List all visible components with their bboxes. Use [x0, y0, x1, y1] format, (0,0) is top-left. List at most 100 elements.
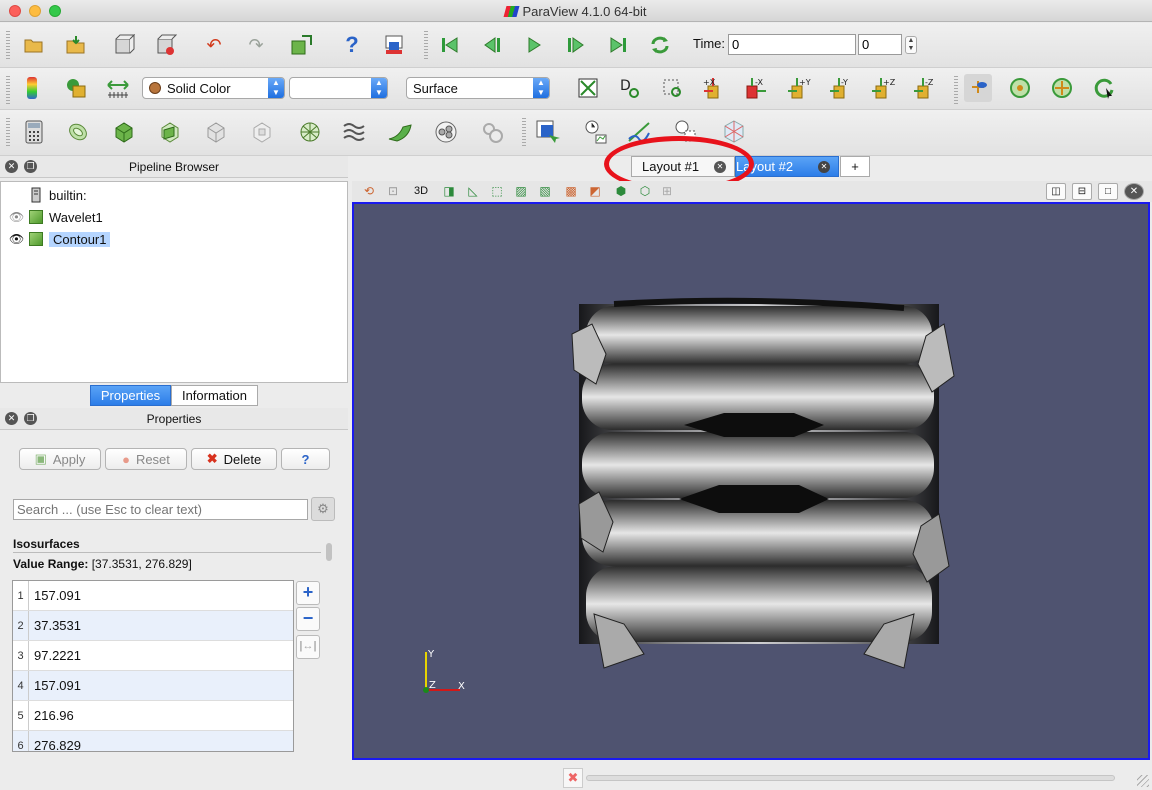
- previous-frame-button[interactable]: [478, 31, 506, 59]
- toolbar-grip[interactable]: [424, 31, 428, 59]
- float-panel-icon[interactable]: ❐: [24, 160, 37, 173]
- toolbar-grip[interactable]: [6, 76, 10, 104]
- add-value-button[interactable]: +: [296, 581, 320, 605]
- table-row[interactable]: 6 276.829: [13, 731, 293, 751]
- group-datasets-filter-icon[interactable]: [432, 118, 460, 146]
- close-tab-icon[interactable]: ✕: [818, 161, 830, 173]
- loop-icon[interactable]: [646, 31, 674, 59]
- contour-filter-icon[interactable]: [64, 118, 92, 146]
- reset-camera-button[interactable]: [574, 74, 602, 102]
- clip-filter-icon[interactable]: [110, 118, 138, 146]
- camera-minus-x-button[interactable]: -X: [742, 74, 770, 102]
- select-surface-points-icon[interactable]: ⬚: [488, 183, 506, 200]
- connect-server-button[interactable]: [288, 31, 316, 59]
- toolbar-grip[interactable]: [6, 31, 10, 59]
- color-map-editor-button[interactable]: [18, 74, 46, 102]
- visibility-eye-icon[interactable]: 👁: [9, 232, 24, 246]
- show-center-icon[interactable]: [964, 74, 992, 102]
- visibility-eye-icon[interactable]: 👁: [9, 210, 24, 224]
- select-surface-cells-icon[interactable]: ◺: [464, 183, 482, 200]
- threshold-filter-icon[interactable]: [202, 118, 230, 146]
- zoom-to-box-button[interactable]: [658, 74, 686, 102]
- close-panel-icon[interactable]: ✕: [5, 412, 18, 425]
- close-view-button[interactable]: ✕: [1124, 183, 1144, 200]
- capture-icon[interactable]: ⊡: [384, 183, 402, 200]
- reset-center-icon[interactable]: [1006, 74, 1034, 102]
- time-step-spinner[interactable]: ▲ ▼: [905, 36, 917, 54]
- calculator-filter-icon[interactable]: [20, 118, 48, 146]
- hover-points-icon[interactable]: ⬡: [636, 183, 654, 200]
- warp-by-vector-filter-icon[interactable]: [386, 118, 414, 146]
- camera-minus-z-button[interactable]: -Z: [910, 74, 938, 102]
- tab-properties[interactable]: Properties: [90, 385, 171, 406]
- abort-icon[interactable]: ✖: [563, 768, 583, 788]
- camera-plus-z-button[interactable]: +Z: [868, 74, 896, 102]
- scrollbar-thumb[interactable]: [326, 543, 332, 561]
- redo-icon[interactable]: ↷: [242, 31, 270, 59]
- tab-information[interactable]: Information: [171, 385, 258, 406]
- toolbar-grip[interactable]: [522, 118, 526, 146]
- add-layout-tab[interactable]: +: [840, 156, 870, 177]
- toolbar-grip[interactable]: [954, 76, 958, 104]
- maximize-view-button[interactable]: □: [1098, 183, 1118, 200]
- extract-subset-filter-icon[interactable]: [248, 118, 276, 146]
- camera-plus-x-button[interactable]: +X: [700, 74, 728, 102]
- view-3d-toggle[interactable]: 3D: [410, 183, 432, 200]
- reset-range-button[interactable]: [62, 74, 90, 102]
- help-icon[interactable]: ?: [338, 31, 366, 59]
- table-row[interactable]: 2 37.3531: [13, 611, 293, 641]
- representation-select[interactable]: Surface ▲ ▼: [406, 77, 550, 99]
- table-row[interactable]: 3 97.2221: [13, 641, 293, 671]
- stream-tracer-filter-icon[interactable]: [340, 118, 368, 146]
- pick-center-icon[interactable]: [1048, 74, 1076, 102]
- pipeline-item-wavelet1[interactable]: Wavelet1: [29, 207, 103, 227]
- time-input[interactable]: [728, 34, 856, 55]
- zoom-icon[interactable]: ◨: [440, 183, 458, 200]
- grow-selection-icon[interactable]: ⊞: [658, 183, 676, 200]
- camera-minus-y-button[interactable]: -Y: [826, 74, 854, 102]
- select-frustum-cells-icon[interactable]: ▨: [512, 183, 530, 200]
- table-row[interactable]: 5 216.96: [13, 701, 293, 731]
- render-view[interactable]: Y X Z: [352, 202, 1150, 760]
- apply-button[interactable]: ▣ Apply: [19, 448, 101, 470]
- close-panel-icon[interactable]: ✕: [5, 160, 18, 173]
- select-block-icon[interactable]: ▩: [562, 183, 580, 200]
- select-cells-on-icon[interactable]: [534, 118, 562, 146]
- camera-plus-y-button[interactable]: +Y: [784, 74, 812, 102]
- glyph-filter-icon[interactable]: [296, 118, 324, 146]
- play-button[interactable]: [520, 31, 548, 59]
- isosurface-render[interactable]: Y X Z: [354, 204, 1150, 760]
- gear-icon[interactable]: ⚙: [311, 497, 335, 521]
- zoom-to-data-button[interactable]: D: [616, 74, 644, 102]
- rescale-custom-button[interactable]: [104, 74, 132, 102]
- select-frustum-points-icon[interactable]: ▧: [536, 183, 554, 200]
- help-button[interactable]: ?: [281, 448, 330, 470]
- extract-level-filter-icon[interactable]: [478, 118, 506, 146]
- table-row[interactable]: 4 157.091: [13, 671, 293, 701]
- reset-view-icon[interactable]: ⟲: [360, 183, 378, 200]
- first-frame-button[interactable]: [436, 31, 464, 59]
- pipeline-item-builtin[interactable]: builtin:: [29, 185, 87, 205]
- color-by-select[interactable]: Solid Color ▲ ▼: [142, 77, 285, 99]
- pick-center-button[interactable]: [380, 31, 408, 59]
- last-frame-button[interactable]: [604, 31, 632, 59]
- split-vertical-button[interactable]: ⊟: [1072, 183, 1092, 200]
- properties-scrollbar[interactable]: [324, 541, 334, 751]
- isosurface-values-table[interactable]: 1 157.091 2 37.3531 3 97.2221 4 157.091 5 216…: [12, 580, 294, 752]
- interactive-select-icon[interactable]: ◩: [586, 183, 604, 200]
- plot-over-time-icon[interactable]: [582, 118, 610, 146]
- save-data-button[interactable]: [62, 31, 90, 59]
- time-step-input[interactable]: [858, 34, 902, 55]
- table-row[interactable]: 1 157.091: [13, 581, 293, 611]
- next-frame-button[interactable]: [562, 31, 590, 59]
- add-range-button[interactable]: |↔|: [296, 635, 320, 659]
- pipeline-item-contour1[interactable]: Contour1: [29, 229, 111, 249]
- float-panel-icon[interactable]: ❐: [24, 412, 37, 425]
- delete-button[interactable]: ✖ Delete: [191, 448, 277, 470]
- remove-value-button[interactable]: −: [296, 607, 320, 631]
- rotation-center-pick-icon[interactable]: [1090, 74, 1118, 102]
- open-file-button[interactable]: [20, 31, 48, 59]
- toolbar-grip[interactable]: [6, 118, 10, 146]
- color-component-select[interactable]: ▲ ▼: [289, 77, 388, 99]
- select-polygon-icon[interactable]: ⬢: [612, 183, 630, 200]
